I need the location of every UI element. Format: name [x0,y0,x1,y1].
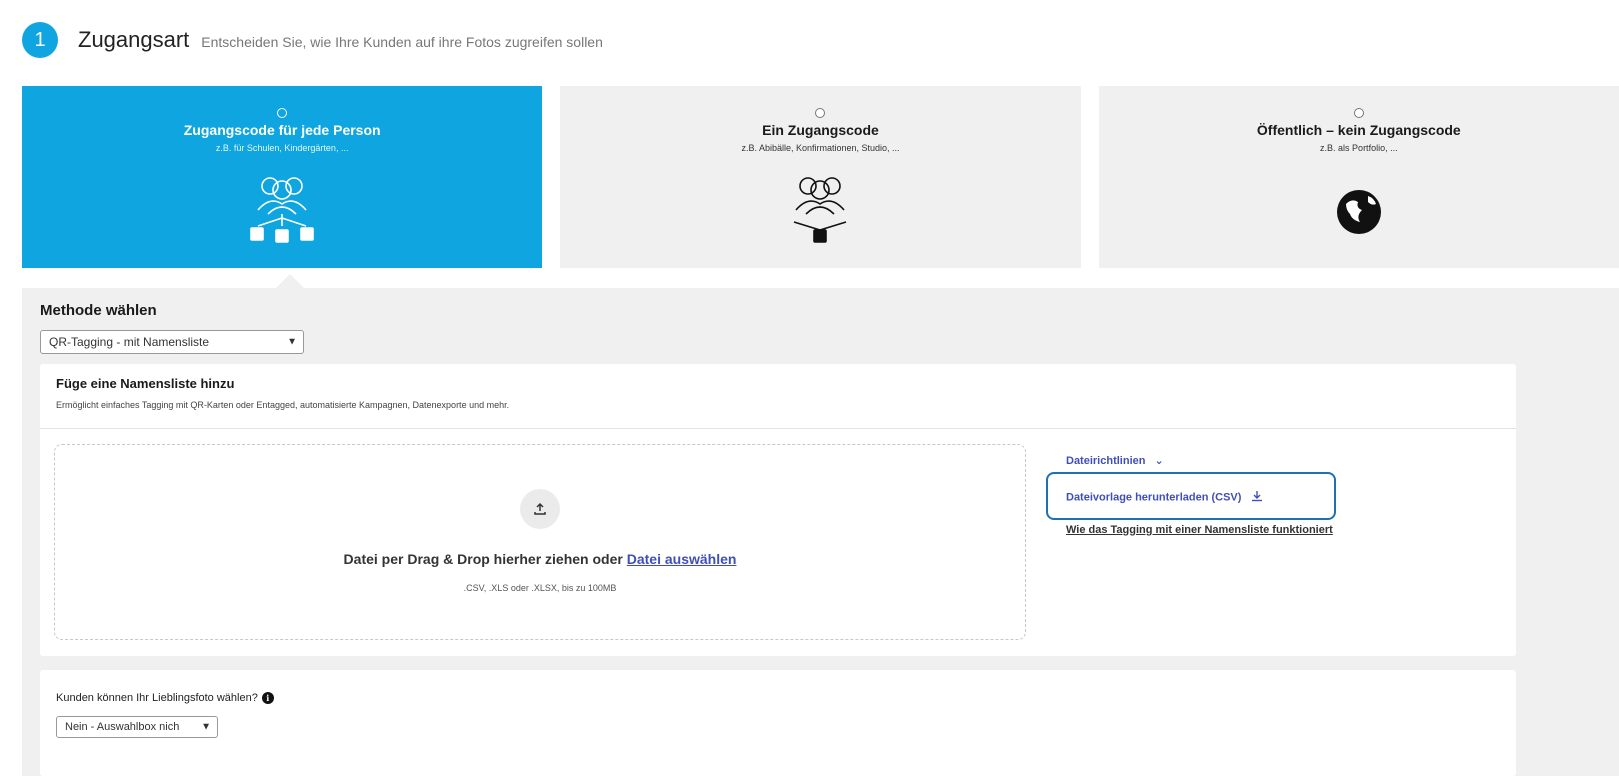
favorite-select[interactable]: Nein - Auswahlbox nich ▼ [56,716,218,738]
file-guidelines-label: Dateirichtlinien [1066,455,1146,467]
method-select-value: QR-Tagging - mit Namensliste [49,335,210,349]
favorite-label-text: Kunden können Ihr Lieblingsfoto wählen? [56,692,258,704]
group-single-lock-icon [780,174,860,249]
info-icon[interactable]: i [261,692,274,704]
chevron-down-icon: ▼ [287,336,297,348]
step-title: Zugangsart [78,27,190,52]
dropzone-text: Datei per Drag & Drop hierher ziehen ode… [55,551,1025,567]
step-subtitle: Entscheiden Sie, wie Ihre Kunden auf ihr… [201,34,603,50]
card-subtitle: z.B. als Portfolio, ... [1320,143,1398,153]
namelist-description: Ermöglicht einfaches Tagging mit QR-Kart… [56,400,510,410]
radio-code-per-person[interactable] [277,108,288,118]
favorite-select-value: Nein - Auswahlbox nich [65,721,180,733]
chevron-down-icon: ▼ [201,721,211,733]
card-subtitle: z.B. Abibälle, Konfirmationen, Studio, .… [741,143,900,153]
file-dropzone[interactable]: Datei per Drag & Drop hierher ziehen ode… [54,444,1026,640]
step-header: 1 Zugangsart Entscheiden Sie, wie Ihre K… [22,22,603,58]
selected-card-caret [276,274,304,288]
method-section: Methode wählen QR-Tagging - mit Namensli… [22,274,1619,776]
method-select[interactable]: QR-Tagging - mit Namensliste ▼ [40,330,304,354]
upload-icon [520,489,560,529]
step-number-badge: 1 [22,22,58,58]
favorite-label: Kunden können Ihr Lieblingsfoto wählen? … [56,692,274,704]
download-icon [1251,490,1263,505]
dropzone-hint: .CSV, .XLS oder .XLSX, bis zu 100MB [463,583,617,593]
access-type-cards: Zugangscode für jede Person z.B. für Sch… [22,86,1619,268]
globe-icon [1324,174,1394,249]
download-template-link[interactable]: Dateivorlage herunterladen (CSV) [1066,490,1263,505]
radio-single-code[interactable] [815,108,826,118]
group-multi-lock-icon [242,174,322,249]
radio-public[interactable] [1353,108,1364,118]
favorite-panel: Kunden können Ihr Lieblingsfoto wählen? … [40,670,1516,776]
howto-tagging-link[interactable]: Wie das Tagging mit einer Namensliste fu… [1066,524,1333,536]
namelist-panel: Füge eine Namensliste hinzu Ermöglicht e… [40,364,1516,656]
file-guidelines-toggle[interactable]: Dateirichtlinien ⌄ [1066,454,1164,467]
card-title: Ein Zugangscode [762,122,879,138]
divider [40,428,1516,429]
card-subtitle: z.B. für Schulen, Kindergärten, ... [215,143,349,153]
card-title: Zugangscode für jede Person [183,122,381,138]
method-label: Methode wählen [40,302,157,319]
download-template-label: Dateivorlage herunterladen (CSV) [1066,491,1242,504]
chevron-down-icon: ⌄ [1154,455,1164,467]
card-public[interactable]: Öffentlich – kein Zugangscode z.B. als P… [1098,86,1619,268]
dropzone-instruction: Datei per Drag & Drop hierher ziehen ode… [343,551,623,567]
card-title: Öffentlich – kein Zugangscode [1256,122,1461,138]
card-single-code[interactable]: Ein Zugangscode z.B. Abibälle, Konfirmat… [560,86,1081,268]
card-code-per-person[interactable]: Zugangscode für jede Person z.B. für Sch… [22,86,543,268]
select-file-link[interactable]: Datei auswählen [627,551,737,567]
namelist-title: Füge eine Namensliste hinzu [56,376,235,391]
